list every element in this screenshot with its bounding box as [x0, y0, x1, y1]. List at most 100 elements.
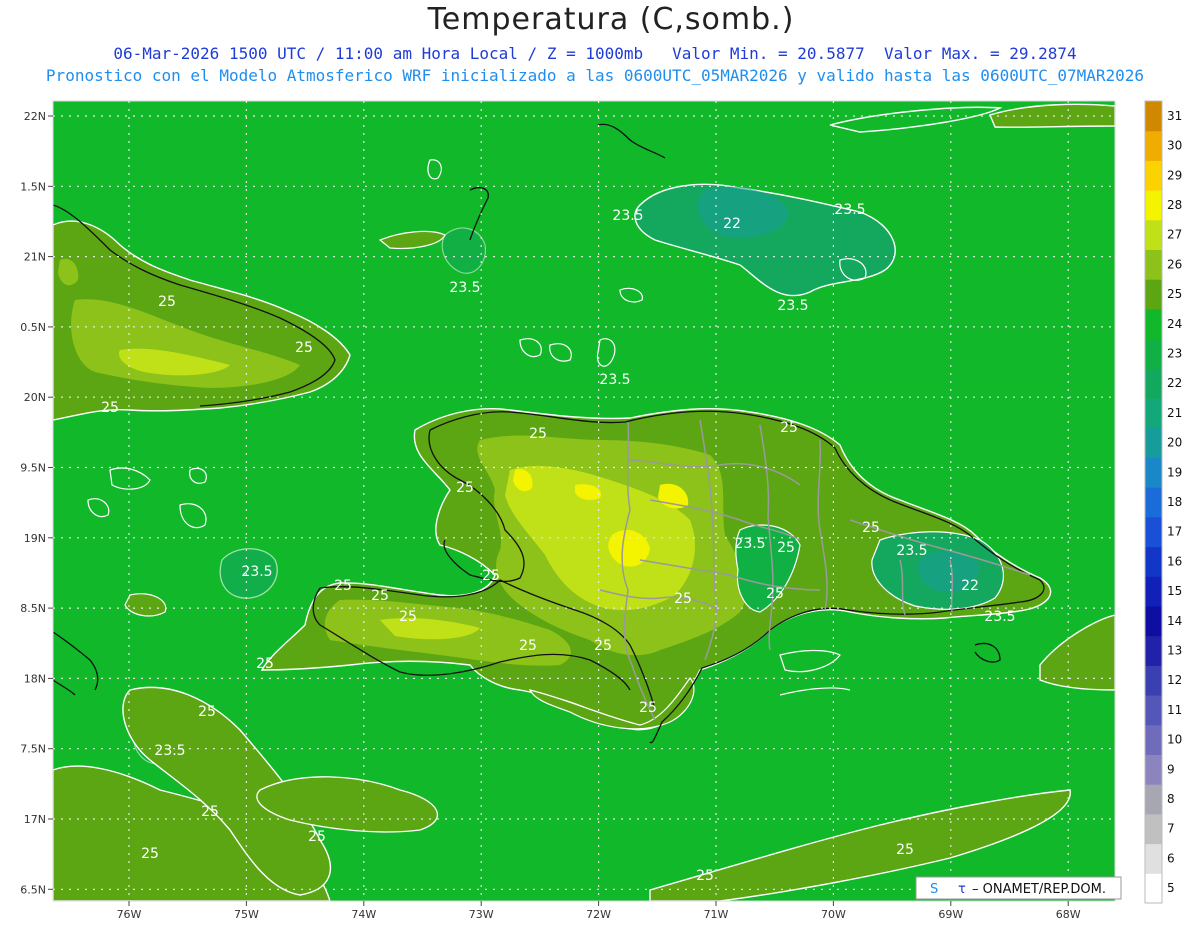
colorbar-label: 7 — [1167, 822, 1175, 836]
colorbar-swatch — [1145, 249, 1162, 280]
colorbar-label: 30 — [1167, 139, 1182, 153]
colorbar-label: 10 — [1167, 733, 1182, 747]
colorbar-label: 29 — [1167, 168, 1182, 182]
contour-label: 25 — [399, 609, 417, 625]
colorbar-label: 6 — [1167, 851, 1175, 865]
latitude-axis: 22N 1.5N 21N 0.5N 20N 9.5N 19N 8.5N 18N 7.5N 17N 6.… — [20, 110, 53, 896]
colorbar-label: 18 — [1167, 495, 1182, 509]
lat-tick-label: 19N — [24, 532, 46, 545]
contour-label: 25 — [766, 586, 784, 602]
colorbar-swatch — [1145, 308, 1162, 340]
colorbar-swatch — [1145, 160, 1162, 191]
colorbar-swatch — [1145, 190, 1162, 221]
colorbar-swatch — [1145, 368, 1162, 399]
lon-tick-label: 72W — [586, 908, 611, 921]
colorbar-label: 12 — [1167, 673, 1182, 687]
colorbar-label: 27 — [1167, 228, 1182, 242]
colorbar-label: 24 — [1167, 317, 1182, 331]
colorbar: 5 6 7 8 9 10 11 12 13 14 15 16 17 18 19 20 21 22 23 24 25 26 2… — [1144, 100, 1182, 904]
contour-label: 23.5 — [154, 743, 185, 759]
lat-tick-label: 20N — [24, 391, 46, 404]
colorbar-swatch — [1145, 605, 1162, 637]
colorbar-swatch — [1145, 576, 1162, 607]
colorbar-swatch — [1145, 338, 1162, 369]
contour-label: 25 — [529, 426, 547, 442]
colorbar-label: 25 — [1167, 287, 1182, 301]
contour-label: 23.5 — [449, 280, 480, 296]
credit-box: S τ – ONAMET/REP.DOM. — [915, 876, 1122, 900]
lat-tick-label: 8.5N — [20, 602, 46, 615]
contour-label: 25 — [862, 520, 880, 536]
colorbar-swatch — [1145, 873, 1162, 904]
contour-label: 25 — [482, 568, 500, 584]
colorbar-label: 31 — [1167, 109, 1182, 123]
lon-tick-label: 70W — [821, 908, 846, 921]
credit-symbol-tau: τ — [958, 882, 966, 897]
colorbar-swatch — [1145, 635, 1162, 666]
map-plot-area: 23.5 22 23.5 23.5 23.5 23.5 25 25 25 25 25 25 23.5 25… — [53, 101, 1115, 901]
lat-tick-label: 7.5N — [20, 743, 46, 756]
contour-label: 25 — [780, 420, 798, 436]
lat-tick-label: 1.5N — [20, 180, 46, 193]
colorbar-label: 23 — [1167, 346, 1182, 360]
colorbar-swatch — [1145, 398, 1162, 429]
contour-label: 23.5 — [834, 202, 865, 218]
colorbar-swatch — [1145, 487, 1162, 518]
colorbar-swatch — [1145, 130, 1162, 161]
lon-tick-label: 73W — [469, 908, 494, 921]
colorbar-label: 19 — [1167, 465, 1182, 479]
colorbar-label: 8 — [1167, 792, 1175, 806]
lat-tick-label: 0.5N — [20, 321, 46, 334]
lat-tick-label: 6.5N — [20, 883, 46, 896]
lon-tick-label: 76W — [117, 908, 142, 921]
colorbar-swatch — [1145, 665, 1162, 696]
colorbar-swatch — [1145, 695, 1162, 726]
contour-label: 25 — [158, 294, 176, 310]
lon-tick-label: 68W — [1056, 908, 1081, 921]
lat-tick-label: 18N — [24, 672, 46, 685]
contour-label: 25 — [639, 700, 657, 716]
contour-label: 22 — [961, 578, 979, 594]
credit-text: – ONAMET/REP.DOM. — [972, 882, 1106, 897]
contour-label: 25 — [141, 846, 159, 862]
contour-label: 25 — [674, 591, 692, 607]
colorbar-swatch — [1145, 784, 1162, 815]
colorbar-label: 13 — [1167, 644, 1182, 658]
contour-label: 23.5 — [612, 208, 643, 224]
contour-label: 25 — [456, 480, 474, 496]
colorbar-swatch — [1145, 101, 1162, 132]
colorbar-swatch — [1145, 219, 1162, 251]
contour-label: 25 — [308, 829, 326, 845]
contour-label: 25 — [371, 588, 389, 604]
contour-label: 25 — [256, 656, 274, 672]
colorbar-label: 22 — [1167, 376, 1182, 390]
colorbar-swatch — [1145, 813, 1162, 845]
colorbar-swatch — [1145, 724, 1162, 755]
colorbar-swatch — [1145, 427, 1162, 458]
contour-label: 25 — [201, 804, 219, 820]
contour-label: 25 — [198, 704, 216, 720]
longitude-axis: 76W 75W 74W 73W 72W 71W 70W 69W 68W — [117, 901, 1081, 921]
contour-label: 25 — [519, 638, 537, 654]
lon-tick-label: 69W — [938, 908, 963, 921]
contour-label: 23.5 — [896, 543, 927, 559]
colorbar-label: 9 — [1167, 762, 1175, 776]
contour-label: 25 — [777, 540, 795, 556]
colorbar-swatch — [1145, 279, 1162, 310]
temperature-map: 23.5 22 23.5 23.5 23.5 23.5 25 25 25 25 25 25 23.5 25… — [20, 100, 1182, 921]
contour-label: 25 — [696, 868, 714, 884]
contour-label: 23.5 — [599, 372, 630, 388]
colorbar-label: 28 — [1167, 198, 1182, 212]
colorbar-swatch — [1145, 516, 1162, 548]
contour-label: 25 — [594, 638, 612, 654]
contour-label: 25 — [334, 578, 352, 594]
contour-label: 25 — [295, 340, 313, 356]
contour-label: 22 — [723, 216, 741, 232]
contour-label: 25 — [101, 400, 119, 416]
colorbar-label: 17 — [1167, 525, 1182, 539]
lon-tick-label: 71W — [704, 908, 729, 921]
colorbar-label: 20 — [1167, 436, 1182, 450]
lon-tick-label: 74W — [351, 908, 376, 921]
lat-tick-label: 22N — [24, 110, 46, 123]
lat-tick-label: 9.5N — [20, 462, 46, 475]
